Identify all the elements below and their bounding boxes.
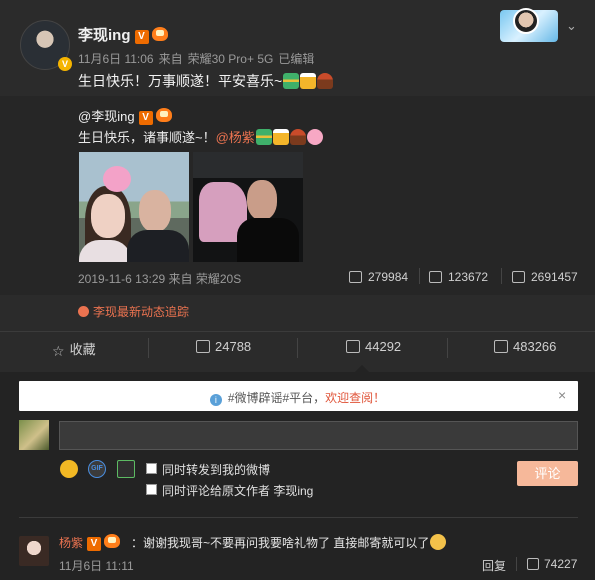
repost-count-button[interactable]: 279984 — [349, 270, 408, 284]
commenter-row: 杨紫 V — [59, 534, 121, 551]
repost-like-count-button[interactable]: 2691457 — [512, 270, 578, 284]
notice-message: #微博辟谣#平台， — [227, 391, 326, 405]
comment-caret — [355, 365, 369, 372]
like-button[interactable]: 483266 — [494, 339, 556, 354]
post-text-content: 生日快乐！万事顺遂！平安喜乐~ — [78, 73, 283, 89]
notice-link[interactable]: 欢迎查阅！ — [325, 391, 385, 405]
close-icon[interactable]: × — [558, 387, 566, 403]
forward-checkbox-label[interactable]: 同时转发到我的微博 — [162, 461, 270, 478]
comment-icon — [346, 340, 360, 353]
repost-button[interactable]: 24788 — [196, 339, 251, 354]
comment-origin-checkbox-label[interactable]: 同时评论给原文作者 李现ing — [162, 482, 313, 499]
repost-like-count: 2691457 — [531, 270, 578, 284]
emoji-face-icon[interactable] — [60, 460, 78, 478]
cake-emoji-icon — [317, 73, 334, 89]
commenter-name[interactable]: 杨紫 — [59, 536, 83, 550]
commenter-avatar[interactable] — [19, 536, 49, 566]
info-icon: i — [209, 394, 222, 406]
verified-badge-icon: V — [58, 57, 72, 71]
divider — [19, 517, 578, 518]
divider — [419, 268, 420, 284]
divider — [297, 338, 298, 358]
comment-text: ：谢谢我现哥~不要再问我要啥礼物了 直接邮寄就可以了 — [131, 534, 447, 551]
post-text: 生日快乐！万事顺遂！平安喜乐~ — [78, 71, 334, 91]
comment-action-count: 44292 — [365, 339, 402, 354]
repost-text-content: 生日快乐，诸事顺遂~！ — [78, 130, 216, 145]
repost-comment-count-button[interactable]: 123672 — [429, 270, 488, 284]
post-date[interactable]: 11月6日 11:06 — [78, 52, 154, 66]
gift-emoji-icon — [283, 73, 300, 89]
thumbs-up-icon — [494, 340, 508, 353]
vip-crown-icon — [104, 534, 121, 548]
author-name-row: 李现ing V — [78, 24, 168, 45]
image-icon[interactable] — [117, 460, 135, 478]
post-source: 荣耀30 Pro+ 5G — [187, 52, 274, 66]
comment-like-count: 74227 — [544, 557, 578, 571]
decoration-avatar — [513, 8, 539, 34]
forward-checkbox[interactable] — [146, 463, 157, 474]
my-avatar[interactable] — [19, 420, 49, 450]
flower-icon — [78, 306, 89, 317]
tiger-emoji-icon — [430, 534, 447, 550]
favorite-button[interactable]: ☆ 收藏 — [52, 339, 96, 360]
author-name[interactable]: 李现ing — [78, 27, 131, 44]
cake-emoji-icon — [289, 129, 306, 145]
share-icon — [349, 271, 362, 283]
repost-author[interactable]: @李现ing — [78, 109, 135, 124]
post-edited[interactable]: 已编辑 — [278, 52, 314, 66]
weibo-post-card: V 李现ing V 11月6日 11:06 来自 荣耀30 Pro+ 5G 已编辑 生日… — [0, 0, 595, 580]
favorite-label: 收藏 — [69, 342, 96, 357]
divider — [148, 338, 149, 358]
thumbs-up-icon — [512, 271, 525, 283]
comment-origin-checkbox[interactable] — [146, 484, 157, 495]
comment-date: 11月6日 11:11 — [59, 559, 134, 573]
mention-link[interactable]: @杨紫 — [216, 130, 255, 145]
comment-like-button[interactable]: 74227 — [527, 557, 577, 571]
repost-text: 生日快乐，诸事顺遂~！@杨紫 — [78, 127, 323, 146]
comment-text-content: ：谢谢我现哥~不要再问我要啥礼物了 直接邮寄就可以了 — [131, 536, 430, 550]
repost-date[interactable]: 2019-11-6 13:29 来自 荣耀20S — [78, 270, 241, 287]
notice-text: i #微博辟谣#平台，欢迎查阅！ — [0, 389, 595, 406]
reply-button[interactable]: 回复 — [482, 557, 506, 574]
chevron-down-icon[interactable]: ⌄ — [566, 18, 580, 33]
tracking-link-label: 李现最新动态追踪 — [93, 305, 190, 319]
post-source-prefix: 来自 — [158, 52, 183, 66]
divider — [501, 268, 502, 284]
comment-button[interactable]: 44292 — [346, 339, 401, 354]
star-icon: ☆ — [52, 343, 65, 359]
tracking-link[interactable]: 李现最新动态追踪 — [78, 303, 189, 320]
v-verified-icon: V — [87, 537, 102, 551]
repost-count: 279984 — [368, 270, 409, 284]
repost-comment-count: 123672 — [448, 270, 489, 284]
repost-action-count: 24788 — [215, 339, 252, 354]
thumbs-up-icon — [527, 558, 539, 570]
v-verified-icon: V — [134, 30, 149, 44]
gift-emoji-icon — [255, 129, 272, 145]
repost-photo-1[interactable] — [79, 152, 189, 262]
share-icon — [196, 340, 210, 353]
cheers-emoji-icon — [272, 129, 289, 145]
pig-emoji-icon — [306, 129, 323, 145]
post-meta: 11月6日 11:06 来自 荣耀30 Pro+ 5G 已编辑 — [78, 50, 319, 67]
comment-input[interactable] — [59, 421, 578, 450]
comment-icon — [429, 271, 442, 283]
submit-comment-button[interactable]: 评论 — [517, 461, 578, 486]
repost-author-row: @李现ing V — [78, 106, 172, 125]
vip-crown-icon — [155, 108, 172, 122]
cheers-emoji-icon — [300, 73, 317, 89]
repost-photo-2[interactable] — [193, 152, 303, 262]
divider — [447, 338, 448, 358]
gif-icon[interactable]: GIF — [88, 460, 106, 478]
divider — [516, 557, 517, 571]
like-action-count: 483266 — [513, 339, 557, 354]
v-verified-icon: V — [138, 111, 153, 125]
vip-crown-icon — [151, 27, 168, 41]
